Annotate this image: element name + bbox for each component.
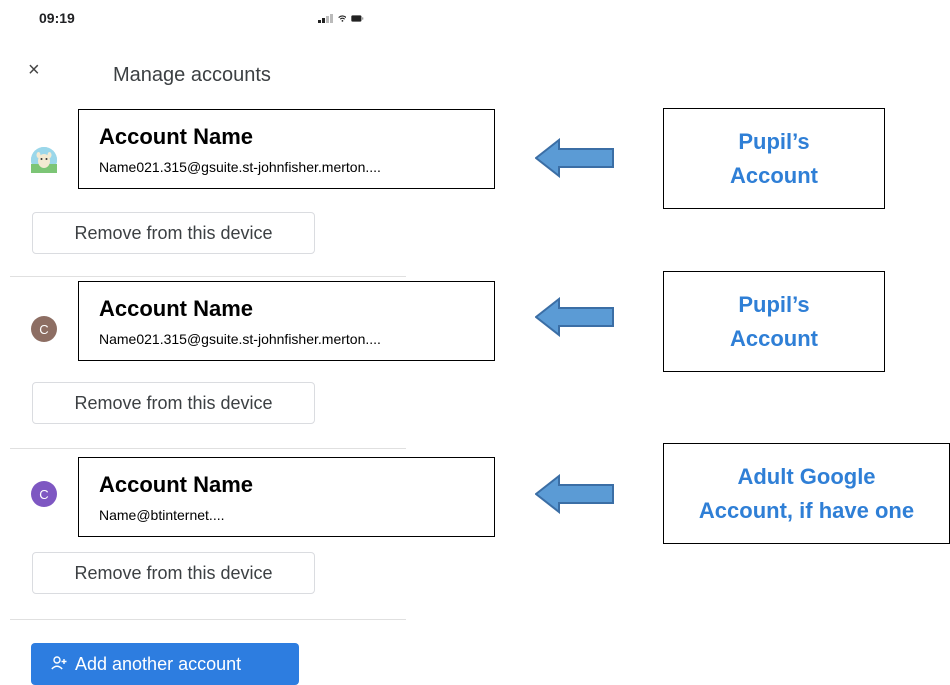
signal-icon [318,13,333,23]
account-card[interactable]: Account Name Name@btinternet.... [78,457,495,537]
avatar: C [31,481,57,507]
status-time: 09:19 [39,10,75,26]
left-arrow-icon [535,138,614,178]
callout-line: Adult Google [737,463,876,489]
remove-from-device-button[interactable]: Remove from this device [32,382,315,424]
account-email: Name@btinternet.... [99,507,225,523]
close-icon[interactable]: × [28,60,44,80]
callout-box: Adult Google Account, if have one [663,443,950,544]
account-name: Account Name [99,296,254,321]
callout-box: Pupil’s Account [663,108,885,209]
remove-from-device-button[interactable]: Remove from this device [32,212,315,254]
divider [10,448,406,449]
account-card[interactable]: Account Name Name021.315@gsuite.st-johnf… [78,109,495,189]
account-card[interactable]: Account Name Name021.315@gsuite.st-johnf… [78,281,495,361]
callout-line: Account, if have one [698,497,915,523]
account-name: Account Name [99,124,254,149]
callout-box: Pupil’s Account [663,271,885,372]
status-icons [318,11,364,25]
page-title: Manage accounts [113,64,271,86]
add-another-account-label: Add another account [75,653,242,674]
person-add-icon [51,655,67,673]
avatar-alpaca-icon [31,147,57,173]
battery-icon [351,14,364,22]
account-email: Name021.315@gsuite.st-johnfisher.merton.… [99,331,381,347]
remove-from-device-button[interactable]: Remove from this device [32,552,315,594]
callout-line: Account [730,325,818,351]
callout-line: Account [730,162,818,188]
account-name: Account Name [99,472,254,497]
divider [10,276,406,277]
left-arrow-icon [535,297,614,337]
wifi-icon [337,14,347,22]
divider [10,619,406,620]
callout-line: Pupil’s [738,291,810,317]
callout-line: Pupil’s [738,128,810,154]
account-email: Name021.315@gsuite.st-johnfisher.merton.… [99,159,381,175]
avatar: C [31,316,57,342]
left-arrow-icon [535,474,614,514]
